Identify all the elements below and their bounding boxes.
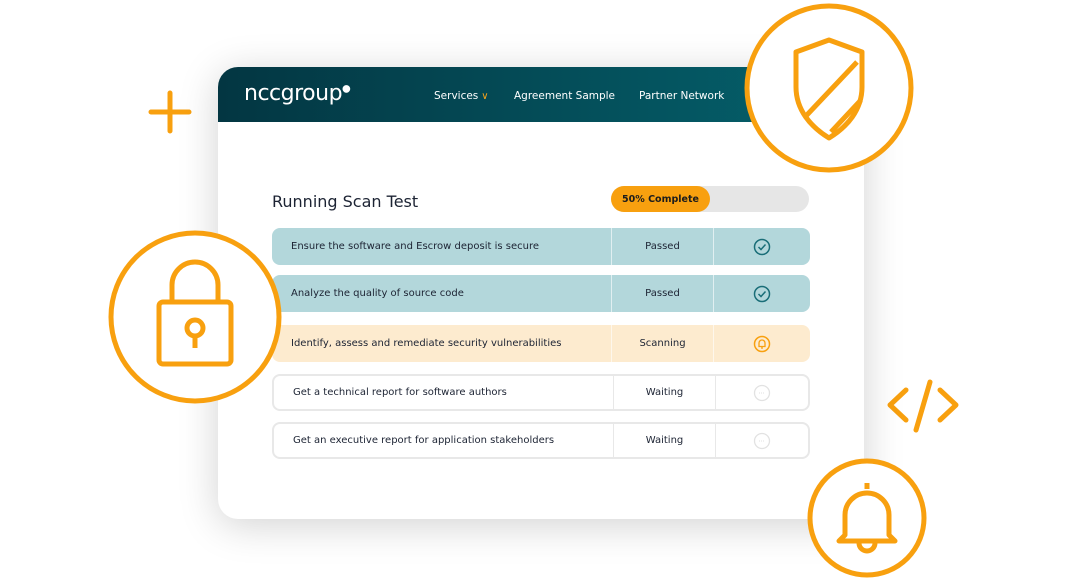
progress-bar: 50% Complete [611,186,809,212]
check-circle-icon [714,238,810,256]
table-row: Get a technical report for software auth… [272,374,810,411]
chevron-down-icon: ∨ [481,91,489,102]
shield-icon [744,3,914,173]
bell-icon [807,458,927,578]
table-row: Get an executive report for application … [272,422,810,459]
task-label: Identify, assess and remediate security … [291,338,562,349]
check-circle-icon [714,285,810,303]
task-label: Analyze the quality of source code [291,288,464,299]
code-icon [887,379,959,433]
status-label: Waiting [613,424,716,457]
ellipsis-circle-icon [716,384,808,402]
task-label: Ensure the software and Escrow deposit i… [291,241,539,252]
nccgroup-logo[interactable]: nccgroup● [244,81,351,106]
plus-icon [148,90,192,134]
table-row: Analyze the quality of source code Passed [272,275,810,312]
nav-services[interactable]: Services ∨ [434,90,489,102]
nav-partner-network[interactable]: Partner Network [639,90,724,102]
lock-icon [108,230,282,404]
status-label: Waiting [613,376,716,409]
bell-icon [714,335,810,353]
nav-agreement-sample[interactable]: Agreement Sample [514,90,615,102]
task-label: Get a technical report for software auth… [293,387,507,398]
task-label: Get an executive report for application … [293,435,555,446]
progress-fill: 50% Complete [611,186,710,212]
status-label: Passed [611,275,714,312]
ellipsis-circle-icon [716,432,808,450]
status-label: Scanning [611,325,714,362]
page-title: Running Scan Test [272,192,419,211]
status-label: Passed [611,228,714,265]
table-row: Ensure the software and Escrow deposit i… [272,228,810,265]
table-row: Identify, assess and remediate security … [272,325,810,362]
